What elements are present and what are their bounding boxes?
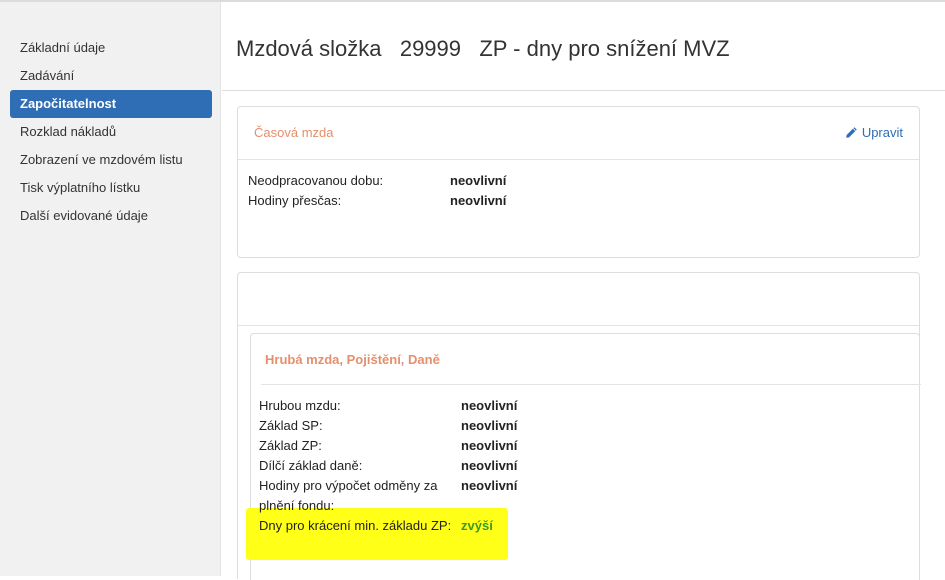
sidebar-item-zapocitatelnost[interactable]: Započitatelnost [10, 90, 212, 118]
row-label: Základ ZP: [259, 438, 322, 453]
sidebar-item-zobrazeni-mzdovy-list[interactable]: Zobrazení ve mzdovém listu [10, 146, 212, 174]
row-label: Hrubou mzdu: [259, 398, 341, 413]
row-label: Dny pro krácení min. základu ZP: [259, 518, 452, 533]
row-value: neovlivní [461, 398, 518, 413]
pencil-icon [846, 127, 857, 138]
sidebar-nav: Základní údaje Zadávání Započitatelnost … [10, 34, 212, 230]
sidebar: Základní údaje Zadávání Započitatelnost … [0, 2, 221, 576]
list-item: Hrubou mzdu: neovlivní [259, 396, 559, 416]
list-item: Dílčí základ daně: neovlivní [259, 456, 559, 476]
list-item-highlighted: Dny pro krácení min. základu ZP: zvýší [259, 516, 559, 536]
edit-link-label: Upravit [861, 125, 903, 140]
list-item: Základ ZP: neovlivní [259, 436, 559, 456]
row-label: Neodpracovanou dobu: [248, 173, 384, 188]
panel-divider [238, 325, 919, 326]
sidebar-item-dalsi-evidovane-udaje[interactable]: Další evidované údaje [10, 202, 212, 230]
list-item: Základ SP: neovlivní [259, 416, 559, 436]
panel-header: Časová mzda Upravit [238, 107, 919, 160]
row-label: Hodiny přesčas: [248, 193, 342, 208]
hruba-mzda-rows: Hrubou mzdu: neovlivní Základ SP: neovli… [259, 396, 559, 536]
row-value: neovlivní [461, 438, 518, 453]
row-value-increase: zvýší [461, 518, 493, 533]
page-title: Mzdová složka 29999 ZP - dny pro snížení… [236, 36, 730, 61]
row-value: neovlivní [461, 458, 518, 473]
title-divider [222, 90, 945, 91]
row-label: Hodiny pro výpočet odměny za plnění fond… [259, 478, 438, 513]
row-value: neovlivní [450, 193, 507, 208]
sidebar-item-tisk-vyplatniho-listku[interactable]: Tisk výplatního lístku [10, 174, 212, 202]
list-item: Hodiny pro výpočet odměny za plnění fond… [259, 476, 559, 516]
list-item: Hodiny přesčas: neovlivní [248, 191, 506, 211]
panel-divider [261, 384, 921, 385]
casova-mzda-rows: Neodpracovanou dobu: neovlivní Hodiny př… [248, 171, 506, 211]
sidebar-item-zadavani[interactable]: Zadávání [10, 62, 212, 90]
panel-title-casova-mzda: Časová mzda [254, 125, 334, 140]
sidebar-item-rozklad-nakladu[interactable]: Rozklad nákladů [10, 118, 212, 146]
panel-title-hruba-mzda: Hrubá mzda, Pojištění, Daně [265, 352, 440, 367]
edit-link[interactable]: Upravit [845, 125, 903, 140]
row-value: neovlivní [461, 478, 518, 493]
row-value: neovlivní [450, 173, 507, 188]
row-value: neovlivní [461, 418, 518, 433]
list-item: Neodpracovanou dobu: neovlivní [248, 171, 506, 191]
panel-casova-mzda: Časová mzda Upravit Neodpracovanou dobu:… [237, 106, 920, 258]
sidebar-item-zakladni-udaje[interactable]: Základní údaje [10, 34, 212, 62]
row-label: Základ SP: [259, 418, 323, 433]
row-label: Dílčí základ daně: [259, 458, 363, 473]
